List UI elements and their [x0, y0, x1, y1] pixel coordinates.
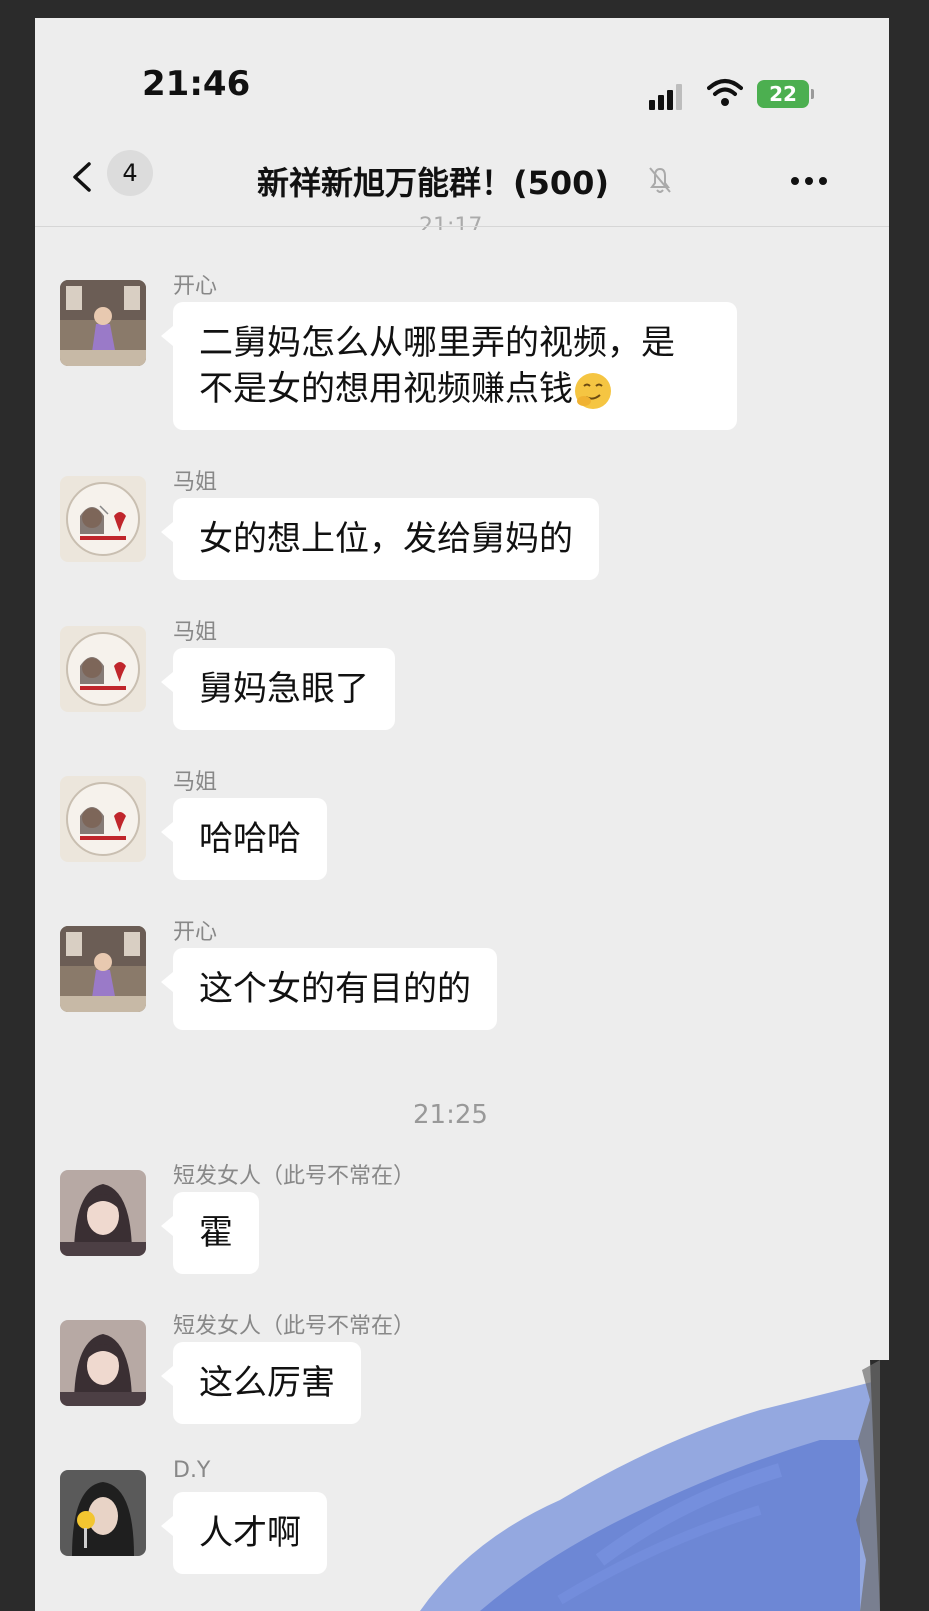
avatar[interactable]: [60, 926, 146, 1012]
timestamp: 21:25: [413, 1100, 488, 1130]
message-bubble[interactable]: 哈哈哈: [161, 798, 327, 880]
message-bubble[interactable]: 霍: [161, 1192, 259, 1274]
message-bubble[interactable]: 女的想上位，发给舅妈的: [161, 498, 599, 580]
signal-icon: [649, 84, 689, 110]
unread-badge[interactable]: 4: [107, 150, 153, 196]
battery-indicator: 22: [757, 80, 814, 108]
sender-name: 马姐: [173, 470, 218, 495]
smirk-emoji-icon: [575, 372, 611, 409]
sender-name: 马姐: [173, 770, 218, 795]
wifi-icon: [707, 79, 743, 106]
avatar[interactable]: [60, 1170, 146, 1256]
status-bar: 21:46 22: [35, 18, 889, 138]
message-bubble[interactable]: 这么厉害: [161, 1342, 361, 1424]
sender-name: 开心: [173, 920, 218, 945]
message-bubble[interactable]: 人才啊: [161, 1492, 327, 1574]
nav-divider: [35, 226, 889, 227]
partial-timestamp: 21:17: [419, 214, 483, 230]
avatar[interactable]: [60, 776, 146, 862]
avatar[interactable]: [60, 1470, 146, 1556]
sender-name: 短发女人（此号不常在）: [173, 1164, 416, 1189]
sender-name: 开心: [173, 274, 218, 299]
avatar[interactable]: [60, 626, 146, 712]
message-bubble[interactable]: 这个女的有目的的: [161, 948, 497, 1030]
sender-name: D.Y: [173, 1458, 211, 1483]
chat-screen: 21:46 22 4 新祥新旭万能群！(500) 21:17 开心 二舅妈怎么从…: [35, 18, 889, 1611]
more-dots-icon[interactable]: [789, 176, 829, 186]
message-bubble[interactable]: 舅妈急眼了: [161, 648, 395, 730]
message-bubble[interactable]: 二舅妈怎么从哪里弄的视频，是 不是女的想用视频赚点钱: [161, 302, 737, 430]
sender-name: 短发女人（此号不常在）: [173, 1314, 416, 1339]
avatar[interactable]: [60, 280, 146, 366]
chevron-left-icon[interactable]: [67, 160, 101, 194]
status-time: 21:46: [142, 64, 251, 104]
message-text: 二舅妈怎么从哪里弄的视频，是: [199, 323, 675, 363]
group-title[interactable]: 新祥新旭万能群！(500): [257, 158, 609, 204]
message-text-line2: 不是女的想用视频赚点钱: [199, 366, 711, 412]
avatar[interactable]: [60, 476, 146, 562]
avatar[interactable]: [60, 1320, 146, 1406]
bell-slash-icon: [649, 167, 671, 193]
sender-name: 马姐: [173, 620, 218, 645]
